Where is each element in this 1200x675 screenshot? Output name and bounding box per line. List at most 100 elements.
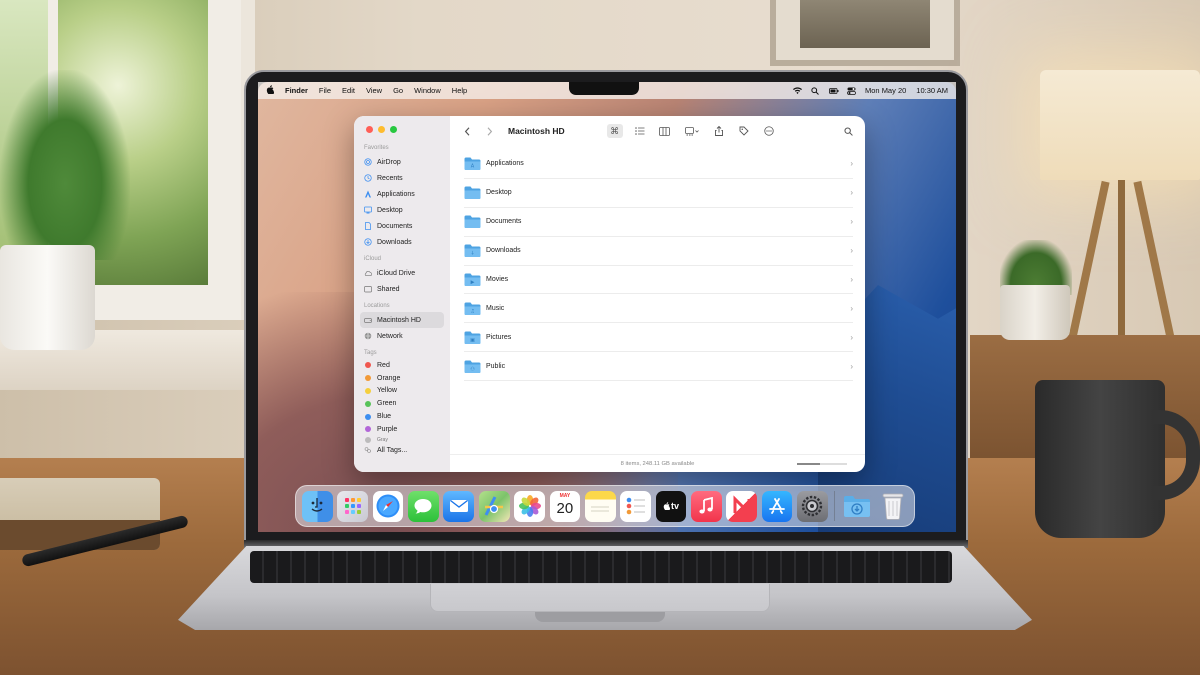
icon-view-button[interactable]: ⌘ [606, 124, 623, 138]
sidebar-item-label: AirDrop [377, 158, 401, 166]
ellipsis-circle-icon [764, 126, 774, 136]
share-button[interactable] [711, 124, 727, 138]
sidebar-item-label: Red [377, 361, 390, 369]
menu-help[interactable]: Help [452, 86, 467, 95]
menu-edit[interactable]: Edit [342, 86, 355, 95]
sidebar-tag-orange[interactable]: Orange [360, 372, 444, 385]
dock: MAY 20 tv [295, 485, 915, 527]
dock-calendar[interactable]: MAY 20 [549, 490, 581, 522]
folder-row-downloads[interactable]: ↓ Downloads › [464, 237, 853, 266]
dock-reminders[interactable] [620, 490, 651, 522]
zoom-button[interactable] [390, 126, 397, 133]
folder-row-movies[interactable]: ▶ Movies › [464, 266, 853, 295]
folder-row-applications[interactable]: A Applications › [464, 150, 853, 179]
icon-size-slider[interactable] [797, 463, 847, 465]
sidebar-item-label: iCloud Drive [377, 269, 416, 277]
minimize-button[interactable] [378, 126, 385, 133]
dock-photos[interactable] [514, 490, 545, 522]
photos-flower-icon [518, 495, 541, 517]
sidebar-item-label: All Tags... [377, 446, 408, 454]
folder-icon: ↓ [464, 244, 481, 258]
sidebar-item-label: Downloads [377, 238, 412, 246]
desktop-icon [364, 206, 372, 214]
sidebar-item-icloud-drive[interactable]: iCloud Drive [360, 265, 444, 281]
dock-music[interactable] [690, 490, 722, 522]
folder-row-public[interactable]: ⚇ Public › [464, 352, 853, 382]
sidebar-tag-blue[interactable]: Blue [360, 410, 444, 423]
dock-messages[interactable] [408, 490, 439, 522]
tags-button[interactable] [736, 124, 752, 138]
forward-button[interactable] [482, 124, 496, 138]
folder-name: Applications [486, 160, 524, 168]
gallery-view-button[interactable] [682, 124, 702, 138]
sidebar-item-airdrop[interactable]: AirDrop [360, 154, 444, 170]
sidebar-item-label: Blue [377, 413, 392, 421]
sidebar-tag-red[interactable]: Red [360, 359, 444, 372]
dock-app-store[interactable] [761, 490, 793, 522]
sidebar-item-label: Purple [377, 425, 398, 433]
dock-trash[interactable] [877, 491, 908, 522]
dock-news[interactable] [726, 490, 758, 522]
dock-mail[interactable] [443, 490, 475, 522]
close-button[interactable] [366, 126, 373, 133]
folder-row-pictures[interactable]: ▣ Pictures › [464, 323, 853, 353]
battery-icon[interactable] [829, 87, 839, 95]
more-actions-button[interactable] [761, 124, 777, 138]
apple-menu-icon[interactable] [266, 85, 275, 96]
sidebar-item-applications[interactable]: Applications [360, 186, 444, 202]
svg-text:▶: ▶ [471, 280, 475, 286]
dock-safari[interactable] [372, 490, 404, 522]
sidebar-item-downloads[interactable]: Downloads [360, 234, 444, 250]
dock-finder[interactable] [302, 490, 333, 522]
menu-go[interactable]: Go [393, 86, 403, 95]
dock-notes[interactable] [584, 490, 616, 522]
sidebar-item-documents[interactable]: Documents [360, 218, 444, 234]
sidebar-item-label: Yellow [377, 387, 397, 395]
search-button[interactable] [841, 124, 855, 138]
camera-notch [569, 82, 639, 95]
sidebar-item-shared[interactable]: Shared [360, 281, 444, 297]
lamp-leg [1118, 180, 1125, 345]
dock-launchpad[interactable] [337, 490, 369, 522]
control-center-icon[interactable] [847, 87, 856, 95]
column-view-button[interactable] [657, 124, 673, 138]
folder-row-music[interactable]: ♫ Music › [464, 294, 853, 324]
command-icon: ⌘ [610, 125, 620, 136]
sidebar-tag-gray[interactable]: Gray [360, 436, 444, 444]
sidebar-item-desktop[interactable]: Desktop [360, 202, 444, 218]
menu-window[interactable]: Window [414, 86, 441, 95]
list-view-button[interactable] [632, 124, 648, 138]
dock-downloads-folder[interactable] [842, 491, 873, 522]
coffee-mug [1035, 380, 1165, 538]
status-bar: 8 items, 248.11 GB available [450, 454, 865, 472]
sidebar-item-label: Documents [377, 222, 413, 230]
folder-row-documents[interactable]: Documents › [464, 208, 853, 237]
sidebar-tag-yellow[interactable]: Yellow [360, 385, 444, 398]
dock-system-settings[interactable] [797, 490, 828, 522]
folder-row-desktop[interactable]: Desktop › [464, 179, 853, 208]
menu-time[interactable]: 10:30 AM [916, 86, 948, 95]
menu-app-name[interactable]: Finder [285, 86, 308, 95]
checklist-icon [626, 497, 645, 515]
sidebar-section-locations: Locations [364, 303, 390, 309]
sidebar-all-tags[interactable]: All Tags... [360, 444, 444, 457]
launchpad-icon [344, 498, 361, 514]
wifi-icon[interactable] [793, 86, 803, 95]
menu-date[interactable]: Mon May 20 [865, 86, 906, 95]
sidebar-tag-purple[interactable]: Purple [360, 423, 444, 436]
sidebar-item-label: Shared [377, 285, 400, 293]
sidebar-tag-green[interactable]: Green [360, 397, 444, 410]
list-icon [634, 127, 645, 135]
icon-size-slider-fill [797, 463, 820, 465]
svg-text:⚇: ⚇ [470, 366, 475, 372]
sidebar-item-macintosh-hd[interactable]: Macintosh HD [360, 312, 444, 328]
menu-view[interactable]: View [366, 86, 382, 95]
sidebar-item-network[interactable]: Network [360, 328, 444, 344]
view-tools: ⌘ [606, 124, 777, 138]
search-icon[interactable] [811, 86, 819, 95]
menu-file[interactable]: File [319, 86, 331, 95]
sidebar-item-recents[interactable]: Recents [360, 170, 444, 186]
back-button[interactable] [460, 124, 474, 138]
dock-apple-tv[interactable]: tv [655, 490, 687, 522]
dock-maps[interactable] [478, 490, 510, 522]
